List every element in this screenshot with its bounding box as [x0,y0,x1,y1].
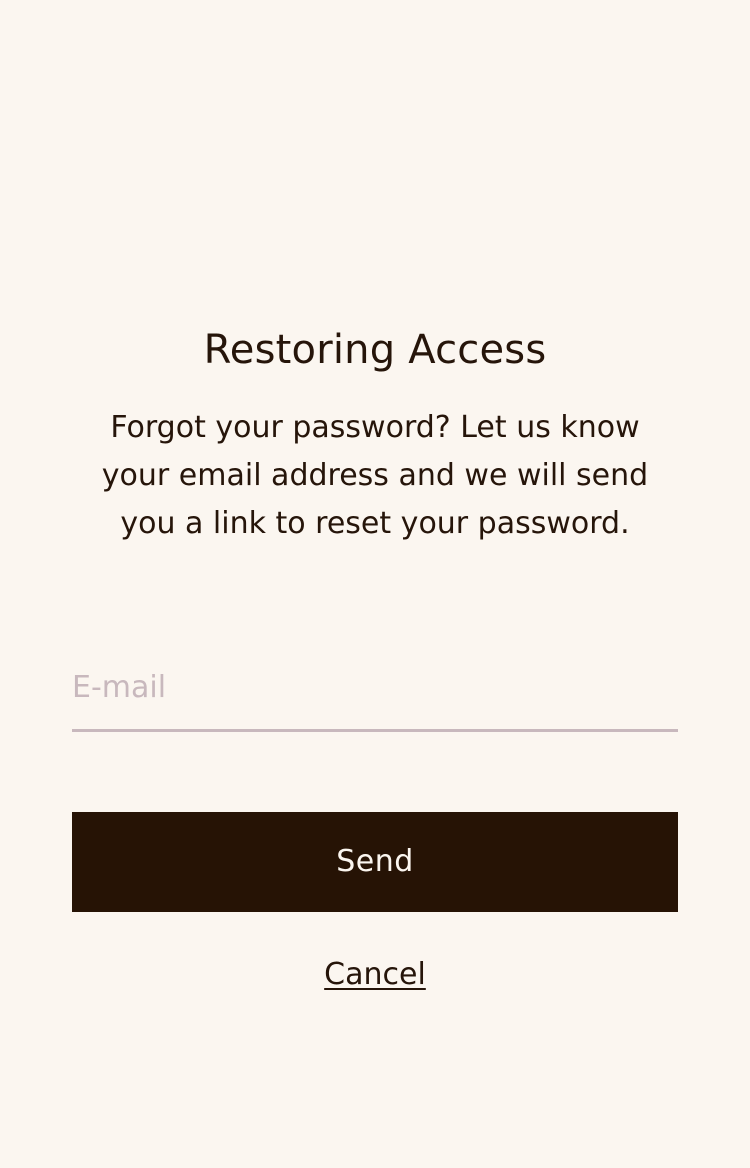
instruction-text: Forgot your password? Let us know your e… [101,410,649,541]
restore-access-screen: Restoring Access Forgot your password? L… [0,0,750,1168]
cancel-link[interactable]: Cancel [324,955,426,995]
page-title: Restoring Access [203,327,547,373]
restore-access-form-area: Restoring Access Forgot your password? L… [72,322,678,995]
send-button[interactable]: Send [72,812,678,912]
email-input[interactable] [72,646,678,732]
email-field-container [72,646,678,732]
